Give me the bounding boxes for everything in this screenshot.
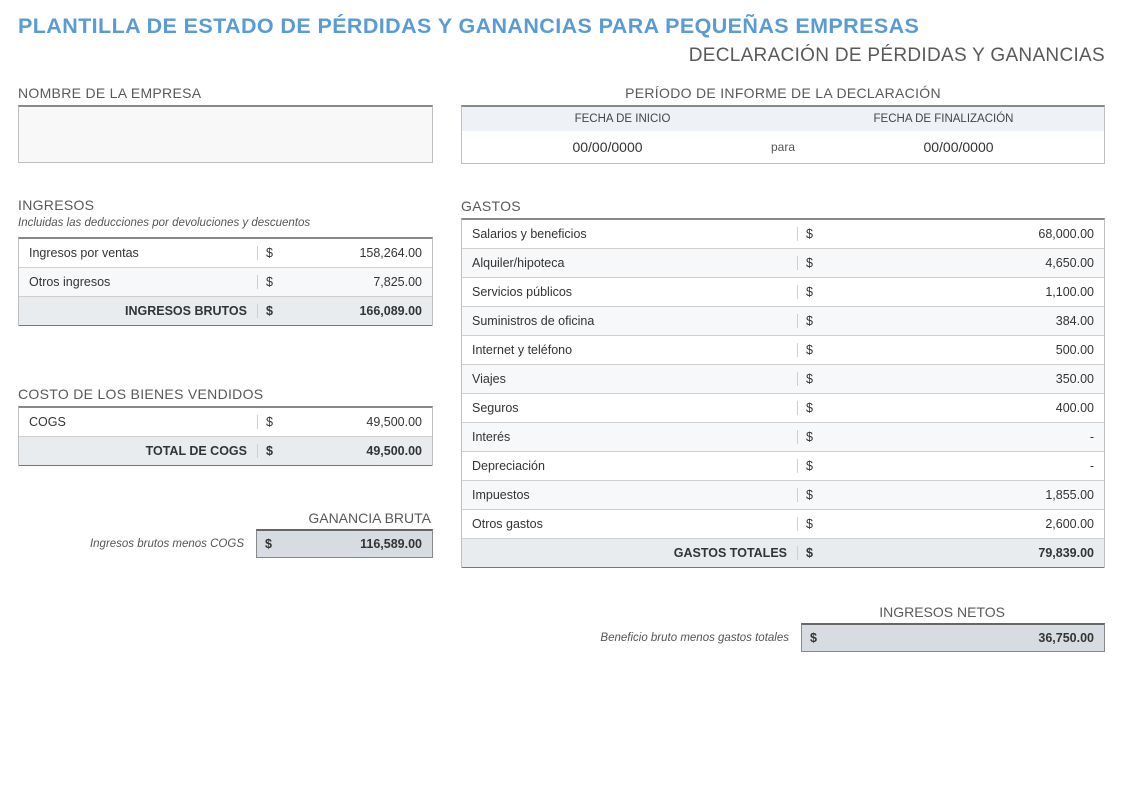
row-label: Ingresos por ventas [19,240,257,266]
period-start-input[interactable]: 00/00/0000 [462,139,753,155]
company-label: NOMBRE DE LA EMPRESA [18,85,433,101]
row-label: Interés [462,424,797,450]
netos-label: INGRESOS NETOS [461,604,1105,620]
row-value: 1,855.00 [825,482,1104,508]
currency: $ [797,256,825,270]
page-title: PLANTILLA DE ESTADO DE PÉRDIDAS Y GANANC… [18,14,1105,39]
netos-value: 36,750.00 [826,631,1104,645]
currency: $ [797,285,825,299]
ganancia-bruta-note: Ingresos brutos menos COGS [18,538,256,550]
currency: $ [797,227,825,241]
period-label: PERÍODO DE INFORME DE LA DECLARACIÓN [461,85,1105,101]
netos-note: Beneficio bruto menos gastos totales [600,632,801,644]
row-value: 384.00 [825,308,1104,334]
row-label: Alquiler/hipoteca [462,250,797,276]
gastos-label: GASTOS [461,198,1105,214]
ingresos-table: Ingresos por ventas $ 158,264.00 Otros i… [18,237,433,326]
currency: $ [802,631,826,645]
currency: $ [257,304,281,318]
row-value: 400.00 [825,395,1104,421]
row-value: - [825,453,1104,479]
ingresos-note: Incluidas las deducciones por devolucion… [18,217,433,229]
currency: $ [797,546,825,560]
currency: $ [257,444,281,458]
period-end-label: FECHA DE FINALIZACIÓN [783,107,1104,131]
row-label: Impuestos [462,482,797,508]
ingresos-total-row: INGRESOS BRUTOS $ 166,089.00 [19,297,432,326]
period-end-input[interactable]: 00/00/0000 [813,139,1104,155]
gastos-table: Salarios y beneficios$68,000.00 Alquiler… [461,218,1105,568]
currency: $ [797,488,825,502]
table-row: Alquiler/hipoteca$4,650.00 [462,249,1104,278]
row-label: Internet y teléfono [462,337,797,363]
row-value: 4,650.00 [825,250,1104,276]
row-value: 1,100.00 [825,279,1104,305]
company-input[interactable] [18,105,433,163]
row-value: 2,600.00 [825,511,1104,537]
row-label: Salarios y beneficios [462,221,797,247]
table-row: Servicios públicos$1,100.00 [462,278,1104,307]
row-value: 68,000.00 [825,221,1104,247]
row-label: Otros gastos [462,511,797,537]
total-label: INGRESOS BRUTOS [19,298,257,324]
row-label: Otros ingresos [19,269,257,295]
table-row: COGS $ 49,500.00 [19,408,432,437]
table-row: Ingresos por ventas $ 158,264.00 [19,239,432,268]
currency: $ [797,401,825,415]
period-start-label: FECHA DE INICIO [462,107,783,131]
currency: $ [257,537,281,551]
row-value: - [825,424,1104,450]
table-row: Internet y teléfono$500.00 [462,336,1104,365]
table-row: Suministros de oficina$384.00 [462,307,1104,336]
currency: $ [797,430,825,444]
currency: $ [257,275,281,289]
table-row: Impuestos$1,855.00 [462,481,1104,510]
total-value: 79,839.00 [825,540,1104,566]
row-label: Seguros [462,395,797,421]
row-value: 350.00 [825,366,1104,392]
total-label: TOTAL DE COGS [19,438,257,464]
cogs-label: COSTO DE LOS BIENES VENDIDOS [18,386,433,402]
total-label: GASTOS TOTALES [462,540,797,566]
cogs-total-row: TOTAL DE COGS $ 49,500.00 [19,437,432,466]
row-label: Servicios públicos [462,279,797,305]
total-value: 49,500.00 [281,438,432,464]
gastos-total-row: GASTOS TOTALES $ 79,839.00 [462,539,1104,568]
currency: $ [797,343,825,357]
period-separator: para [753,140,813,154]
table-row: Otros ingresos $ 7,825.00 [19,268,432,297]
row-label: Viajes [462,366,797,392]
period-box: FECHA DE INICIO FECHA DE FINALIZACIÓN 00… [461,105,1105,164]
currency: $ [797,459,825,473]
currency: $ [797,314,825,328]
row-value: 500.00 [825,337,1104,363]
row-value: 7,825.00 [281,269,432,295]
table-row: Depreciación$- [462,452,1104,481]
total-value: 166,089.00 [281,298,432,324]
ganancia-bruta-label: GANANCIA BRUTA [18,510,433,526]
table-row: Interés$- [462,423,1104,452]
ganancia-bruta-value: 116,589.00 [281,537,432,551]
currency: $ [257,415,281,429]
row-label: Suministros de oficina [462,308,797,334]
table-row: Salarios y beneficios$68,000.00 [462,220,1104,249]
row-value: 49,500.00 [281,409,432,435]
table-row: Otros gastos$2,600.00 [462,510,1104,539]
currency: $ [257,246,281,260]
table-row: Viajes$350.00 [462,365,1104,394]
row-label: COGS [19,409,257,435]
row-label: Depreciación [462,453,797,479]
netos-box: $ 36,750.00 [801,623,1105,652]
page-subtitle: DECLARACIÓN DE PÉRDIDAS Y GANANCIAS [18,45,1105,67]
currency: $ [797,517,825,531]
row-value: 158,264.00 [281,240,432,266]
table-row: Seguros$400.00 [462,394,1104,423]
ingresos-label: INGRESOS [18,197,433,213]
cogs-table: COGS $ 49,500.00 TOTAL DE COGS $ 49,500.… [18,406,433,466]
ganancia-bruta-box: $ 116,589.00 [256,529,433,558]
currency: $ [797,372,825,386]
